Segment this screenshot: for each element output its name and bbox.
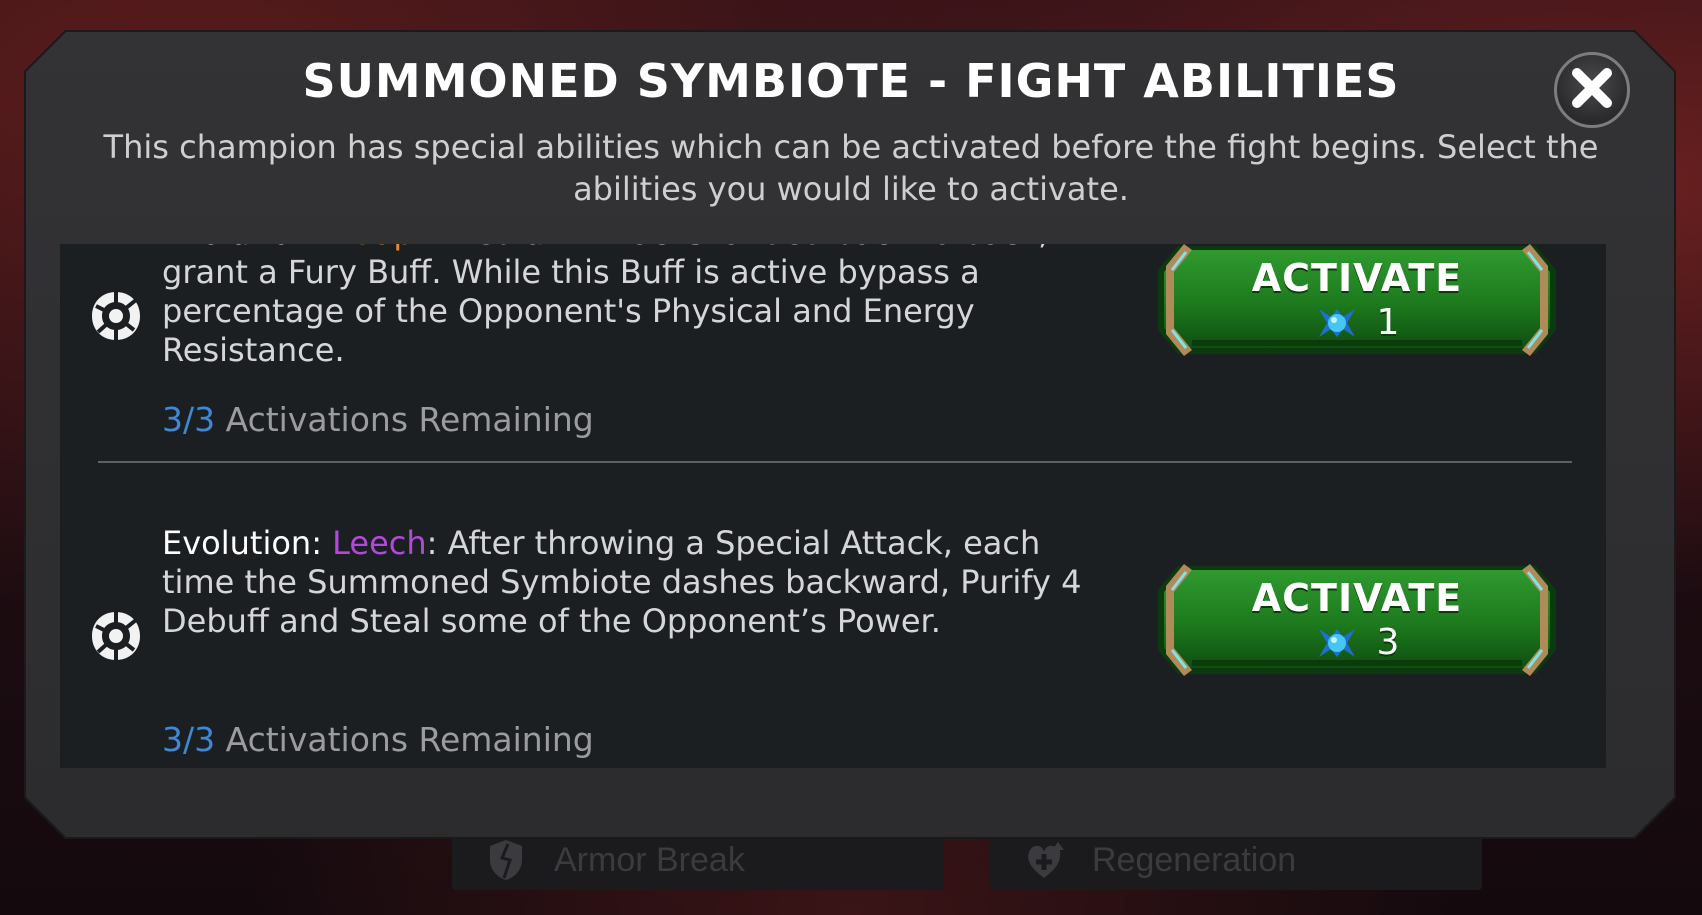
activations-remaining: 3/3 Activations Remaining (162, 400, 594, 439)
abilities-list[interactable]: Evolution: Adapt: Medium Attacks landed … (60, 244, 1606, 768)
regeneration-icon (1022, 838, 1066, 882)
activate-button-adapt[interactable]: ACTIVATE 1 (1152, 244, 1562, 360)
activation-cost: 3 (1152, 622, 1562, 663)
dialog-title: SUMMONED SYMBIOTE - FIGHT ABILITIES (302, 54, 1400, 108)
activation-cost: 1 (1152, 302, 1562, 343)
ability-label: Evolution: (162, 244, 332, 252)
activations-count: 3/3 (162, 720, 216, 759)
activations-label: Activations Remaining (225, 720, 594, 759)
ability-item-adapt: Evolution: Adapt: Medium Attacks landed … (60, 244, 1606, 464)
ability-text: : Medium Attacks landed back to back, gr… (162, 244, 1048, 369)
ability-description: Evolution: Leech: After throwing a Speci… (162, 524, 1122, 641)
activate-button-leech[interactable]: ACTIVATE 3 (1152, 560, 1562, 680)
activations-label: Activations Remaining (225, 400, 594, 439)
symbiote-icon (86, 606, 146, 666)
activations-remaining: 3/3 Activations Remaining (162, 720, 594, 759)
activations-count: 3/3 (162, 400, 216, 439)
background-tab-label: Armor Break (554, 840, 745, 879)
background-tab-label: Regeneration (1092, 840, 1297, 879)
ability-item-leech: Evolution: Leech: After throwing a Speci… (60, 524, 1606, 768)
unit-crystal-icon (1315, 305, 1359, 341)
ability-keyword: Adapt (332, 244, 426, 252)
dialog-subtitle: This champion has special abilities whic… (103, 128, 1599, 208)
close-icon (1569, 65, 1615, 115)
activate-button-label: ACTIVATE (1251, 256, 1463, 300)
background-tab-regeneration: Regeneration (990, 830, 1482, 890)
ability-divider (98, 461, 1572, 463)
background-tab-armor-break: Armor Break (452, 830, 944, 890)
close-button[interactable] (1554, 52, 1630, 128)
ability-label: Evolution: (162, 524, 333, 562)
symbiote-icon (86, 286, 146, 346)
armor-break-icon (484, 838, 528, 882)
unit-crystal-icon (1315, 625, 1359, 661)
activation-cost-value: 1 (1376, 302, 1400, 343)
activate-button-label: ACTIVATE (1251, 576, 1463, 620)
activation-cost-value: 3 (1376, 622, 1400, 663)
ability-keyword: Leech (332, 524, 427, 562)
ability-description: Evolution: Adapt: Medium Attacks landed … (162, 244, 1122, 370)
